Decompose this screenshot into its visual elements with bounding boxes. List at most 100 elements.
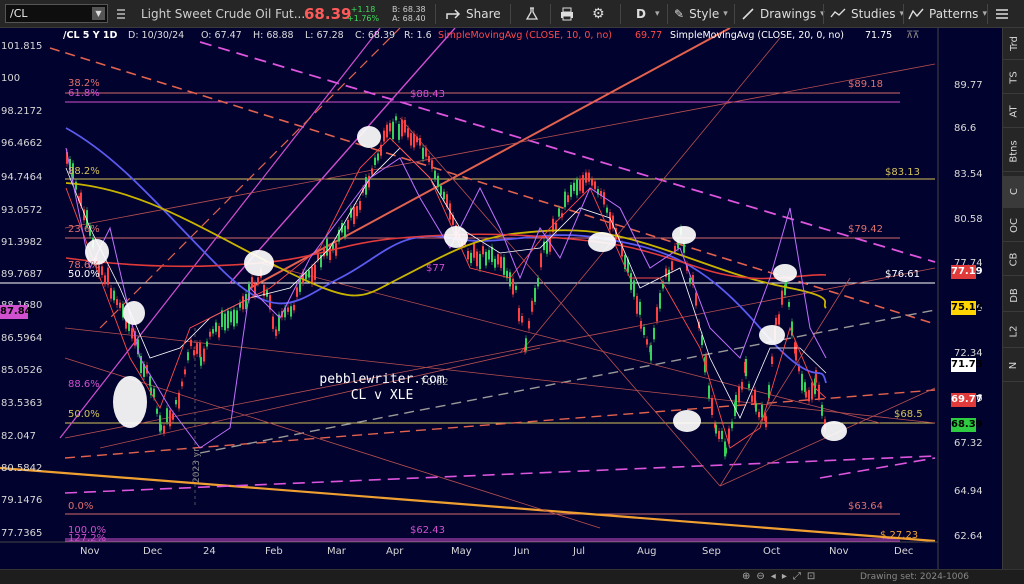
settings-button[interactable]: ⚙ <box>592 0 605 28</box>
status-bar: ⊕ ⊖ ◂ ▸ ⤢ ⊡ Drawing set: 2024-1006 <box>0 569 1024 584</box>
tab-oc[interactable]: OC <box>1003 210 1024 242</box>
tab-c[interactable]: C <box>1003 176 1024 208</box>
share-button[interactable]: Share <box>445 0 501 28</box>
symbol-grid-icon[interactable] <box>115 0 127 28</box>
candle-body <box>119 302 121 308</box>
candle-body <box>805 391 807 398</box>
style-label: Style <box>689 7 720 21</box>
tab-n[interactable]: N <box>1003 350 1024 382</box>
candle-body <box>811 382 813 400</box>
price-label: $62.43 <box>410 525 445 536</box>
candle-body <box>113 290 115 301</box>
price-change: +1.18 <box>350 5 376 14</box>
tab-l2[interactable]: L2 <box>1003 316 1024 348</box>
left-tick: 82.047 <box>1 431 36 442</box>
drawings-label: Drawings <box>760 7 817 21</box>
left-tick: 101.815 <box>1 41 43 52</box>
candle-body <box>758 411 760 418</box>
zoom-in-icon[interactable]: ⊕ <box>742 571 750 582</box>
x-tick: Aug <box>637 546 657 557</box>
candle-body <box>101 266 103 275</box>
left-tick: 85.0526 <box>1 365 43 376</box>
candle-body <box>755 403 757 412</box>
x-tick: Jun <box>514 546 530 557</box>
ohlc-open: O: 67.47 <box>201 30 242 41</box>
candle-body <box>695 292 697 306</box>
expand-icon[interactable]: ⤢ <box>793 571 801 582</box>
candle-body <box>110 288 112 299</box>
candle-body <box>639 301 641 315</box>
tab-at[interactable]: AT <box>1003 96 1024 128</box>
ohlc-close: C: 68.39 <box>355 30 396 41</box>
candle-body <box>558 208 560 217</box>
pan-right-icon[interactable]: ▸ <box>782 571 787 582</box>
candle-body <box>509 272 511 287</box>
price-chart[interactable]: /CL 5 Y 1D D: 10/30/24 O: 67.47 H: 68.88… <box>0 28 1002 569</box>
left-tick: 98.2172 <box>1 106 43 117</box>
style-dropdown-icon: ▾ <box>723 9 728 19</box>
symbol-input[interactable]: /CL ▼ <box>5 4 108 23</box>
candle-body <box>407 128 409 138</box>
chart-canvas[interactable] <box>0 28 1002 569</box>
candle-body <box>731 421 733 429</box>
candle-body <box>233 309 235 327</box>
candle-body <box>386 124 388 138</box>
fib-label: 50.0% <box>68 269 100 280</box>
sma20-label: SimpleMovingAvg (CLOSE, 20, 0, no) <box>670 30 844 41</box>
candle-body <box>503 257 505 275</box>
tab-trd[interactable]: Trd <box>1003 28 1024 60</box>
candle-body <box>221 310 223 327</box>
price-flag-75-12: 75.12 <box>951 301 983 315</box>
period-button[interactable]: D <box>636 0 646 28</box>
patterns-button[interactable]: Patterns ▾ <box>908 0 987 28</box>
candle-body <box>570 184 572 197</box>
drawings-button[interactable]: Drawings ▾ <box>741 0 825 28</box>
candle-body <box>187 352 189 361</box>
candle-body <box>745 358 747 377</box>
candle-body <box>190 339 192 347</box>
toolbar-menu-icon[interactable] <box>994 0 1010 28</box>
print-button[interactable] <box>560 0 574 28</box>
x-tick: Nov <box>829 546 849 557</box>
pan-left-icon[interactable]: ◂ <box>771 571 776 582</box>
candle-body <box>203 348 205 362</box>
candle-body <box>668 269 670 282</box>
tab-btns[interactable]: Btns <box>1003 132 1024 172</box>
candle-body <box>166 408 168 423</box>
candle-body <box>771 356 773 365</box>
candle-body <box>287 307 289 312</box>
candle-body <box>230 311 232 323</box>
tab-db[interactable]: DB <box>1003 280 1024 312</box>
ohlc-low: L: 67.28 <box>305 30 344 41</box>
candle-body <box>738 386 740 403</box>
x-tick: 24 <box>203 546 216 557</box>
tab-label: CB <box>1008 252 1020 267</box>
tab-ts[interactable]: TS <box>1003 62 1024 94</box>
candle-body <box>525 338 527 351</box>
style-button[interactable]: ✎ Style ▾ <box>674 0 728 28</box>
candle-body <box>585 172 587 183</box>
candle-body <box>272 316 274 329</box>
flask-button[interactable] <box>525 0 539 28</box>
period-dropdown-icon[interactable]: ▾ <box>655 0 660 28</box>
candle-body <box>296 287 298 297</box>
gear-icon: ⚙ <box>592 6 605 22</box>
left-price-flag: 87.84 <box>0 305 32 319</box>
studies-button[interactable]: Studies ▾ <box>830 0 904 28</box>
candle-body <box>75 181 77 190</box>
year-label: 2023 yr <box>192 448 202 483</box>
candle-body <box>715 424 717 434</box>
tab-label: L2 <box>1008 325 1020 338</box>
candle-body <box>401 119 403 137</box>
candle-body <box>735 394 737 410</box>
candle-body <box>528 320 530 329</box>
symbol-dropdown-icon[interactable]: ▼ <box>92 7 105 20</box>
zoom-out-icon[interactable]: ⊖ <box>756 571 764 582</box>
candle-body <box>500 256 502 268</box>
collapse-header-icon[interactable]: ⊼⊼ <box>906 30 936 42</box>
tab-cb[interactable]: CB <box>1003 244 1024 276</box>
candle-body <box>482 246 484 255</box>
fit-icon[interactable]: ⊡ <box>807 571 815 582</box>
candle-body <box>131 328 133 339</box>
drawing-set-label: Drawing set: 2024-1006 <box>860 572 969 582</box>
